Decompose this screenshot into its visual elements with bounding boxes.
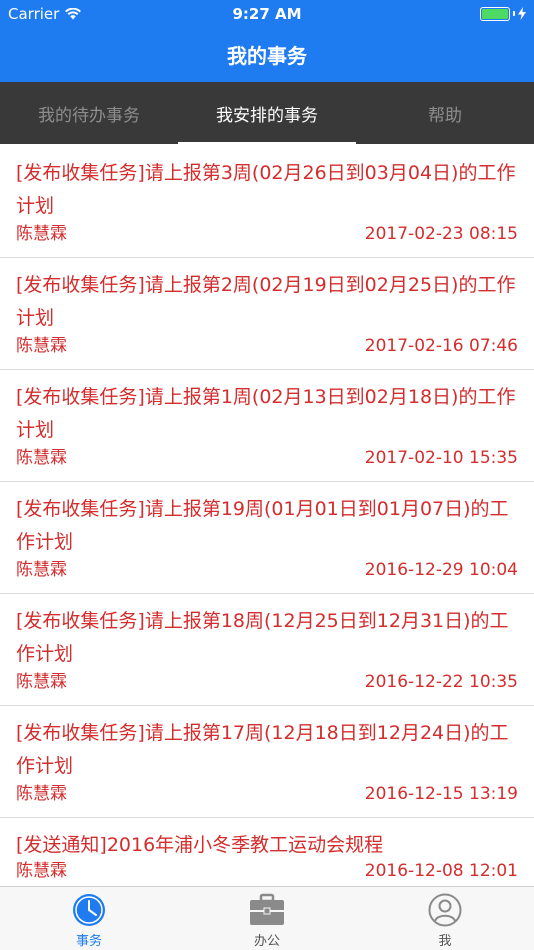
item-time: 2017-02-23 08:15 xyxy=(364,224,518,244)
carrier-label: Carrier xyxy=(8,4,60,23)
list-item[interactable]: [发送通知]2016年浦小冬季教工运动会规程 陈慧霖 2016-12-08 12… xyxy=(0,818,534,886)
bottom-tab-label: 我 xyxy=(438,934,452,949)
item-meta: 陈慧霖 2016-12-29 10:04 xyxy=(16,559,518,581)
wifi-icon xyxy=(65,7,82,19)
briefcase-icon xyxy=(250,893,284,925)
bottom-tab-label: 事务 xyxy=(75,934,102,949)
tab-help[interactable]: 帮助 xyxy=(356,82,534,144)
item-time: 2017-02-16 07:46 xyxy=(364,336,518,356)
person-icon xyxy=(428,893,462,927)
bottom-tab-affairs[interactable]: 事务 xyxy=(0,887,178,950)
tab-label: 帮助 xyxy=(428,105,462,126)
clock-icon xyxy=(73,894,105,926)
item-title: [发布收集任务]请上报第19周(01月01日到01月07日)的工作计划 xyxy=(16,498,509,553)
battery-tip xyxy=(513,11,515,16)
tab-label: 我的待办事务 xyxy=(38,105,140,126)
nav-bar: 我的事务 xyxy=(0,27,534,82)
item-title: [发布收集任务]请上报第3周(02月26日到03月04日)的工作计划 xyxy=(16,162,516,217)
item-time: 2016-12-08 12:01 xyxy=(364,861,518,881)
list-item[interactable]: [发布收集任务]请上报第19周(01月01日到01月07日)的工作计划 陈慧霖 … xyxy=(0,482,534,594)
item-title: [发布收集任务]请上报第17周(12月18日到12月24日)的工作计划 xyxy=(16,722,509,777)
status-bar: Carrier 9:27 AM xyxy=(0,0,534,27)
bottom-tab-bar: 事务 办公 我 xyxy=(0,886,534,950)
item-time: 2016-12-15 13:19 xyxy=(364,784,518,804)
list-item[interactable]: [发布收集任务]请上报第1周(02月13日到02月18日)的工作计划 陈慧霖 2… xyxy=(0,370,534,482)
item-meta: 陈慧霖 2017-02-23 08:15 xyxy=(16,223,518,245)
item-author: 陈慧霖 xyxy=(16,224,67,244)
bottom-tab-office[interactable]: 办公 xyxy=(178,887,356,950)
battery-icon xyxy=(480,6,526,21)
segment-tabs: 我的待办事务 我安排的事务 帮助 xyxy=(0,82,534,144)
bottom-tab-label: 办公 xyxy=(253,934,280,949)
item-title: [发布收集任务]请上报第2周(02月19日到02月25日)的工作计划 xyxy=(16,274,516,329)
item-meta: 陈慧霖 2017-02-10 15:35 xyxy=(16,447,518,469)
item-title: [发布收集任务]请上报第1周(02月13日到02月18日)的工作计划 xyxy=(16,386,516,441)
item-meta: 陈慧霖 2016-12-15 13:19 xyxy=(16,783,518,805)
battery-body xyxy=(480,6,510,21)
list-item[interactable]: [发布收集任务]请上报第3周(02月26日到03月04日)的工作计划 陈慧霖 2… xyxy=(0,146,534,258)
page-title: 我的事务 xyxy=(227,44,307,68)
task-list[interactable]: [发布收集任务]请上报第3周(02月26日到03月04日)的工作计划 陈慧霖 2… xyxy=(0,146,534,886)
item-title: [发布收集任务]请上报第18周(12月25日到12月31日)的工作计划 xyxy=(16,610,509,665)
item-author: 陈慧霖 xyxy=(16,861,67,881)
list-item[interactable]: [发布收集任务]请上报第2周(02月19日到02月25日)的工作计划 陈慧霖 2… xyxy=(0,258,534,370)
tab-arranged-by-me[interactable]: 我安排的事务 xyxy=(178,82,356,144)
item-time: 2017-02-10 15:35 xyxy=(364,448,518,468)
item-author: 陈慧霖 xyxy=(16,336,67,356)
status-left: Carrier xyxy=(8,4,82,23)
item-author: 陈慧霖 xyxy=(16,560,67,580)
item-author: 陈慧霖 xyxy=(16,448,67,468)
item-author: 陈慧霖 xyxy=(16,784,67,804)
tab-my-todo[interactable]: 我的待办事务 xyxy=(0,82,178,144)
item-author: 陈慧霖 xyxy=(16,672,67,692)
tab-label: 我安排的事务 xyxy=(216,105,318,126)
battery-fill xyxy=(482,8,508,19)
list-item[interactable]: [发布收集任务]请上报第17周(12月18日到12月24日)的工作计划 陈慧霖 … xyxy=(0,706,534,818)
item-title: [发送通知]2016年浦小冬季教工运动会规程 xyxy=(16,834,384,856)
item-meta: 陈慧霖 2016-12-08 12:01 xyxy=(16,860,518,882)
item-meta: 陈慧霖 2017-02-16 07:46 xyxy=(16,335,518,357)
charging-bolt-icon xyxy=(518,7,526,20)
item-time: 2016-12-29 10:04 xyxy=(364,560,518,580)
list-item[interactable]: [发布收集任务]请上报第18周(12月25日到12月31日)的工作计划 陈慧霖 … xyxy=(0,594,534,706)
bottom-tab-me[interactable]: 我 xyxy=(356,887,534,950)
item-meta: 陈慧霖 2016-12-22 10:35 xyxy=(16,671,518,693)
item-time: 2016-12-22 10:35 xyxy=(364,672,518,692)
